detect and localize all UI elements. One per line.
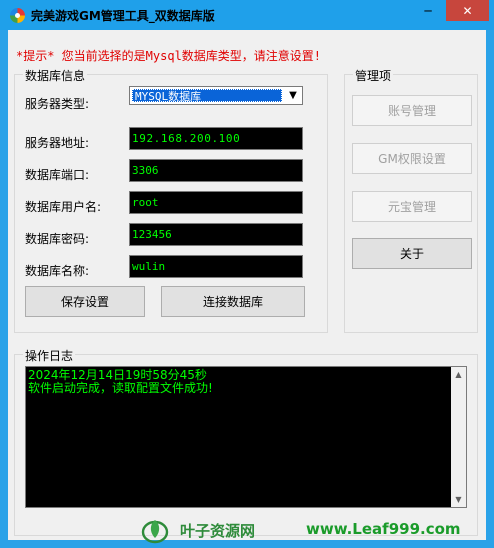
server-address-field[interactable]: 192.168.200.100 [129, 127, 303, 150]
app-window: 完美游戏GM管理工具_双数据库版 ─ ✕ *提示* 您当前选择的是Mysql数据… [0, 0, 494, 548]
gm-permission-button[interactable]: GM权限设置 [352, 143, 472, 174]
manager-legend: 管理项 [353, 67, 394, 84]
log-textarea[interactable]: 2024年12月14日19时58分45秒 软件启动完成，读取配置文件成功! ▲ … [25, 366, 467, 508]
hint-text: *提示* 您当前选择的是Mysql数据库类型，请注意设置! [16, 49, 322, 63]
save-settings-button[interactable]: 保存设置 [25, 286, 145, 317]
scroll-up-icon[interactable]: ▲ [451, 367, 466, 382]
window-title: 完美游戏GM管理工具_双数据库版 [31, 9, 215, 23]
server-type-select[interactable]: MYSQL数据库 ▼ [129, 86, 303, 105]
database-name-field[interactable]: wulin [129, 255, 303, 278]
server-type-value: MYSQL数据库 [132, 89, 282, 103]
yuanbao-manage-button[interactable]: 元宝管理 [352, 191, 472, 222]
manager-group: 管理项 账号管理 GM权限设置 元宝管理 关于 [344, 67, 478, 333]
database-name-label: 数据库名称: [25, 264, 90, 278]
server-address-label: 服务器地址: [25, 136, 90, 150]
username-label: 数据库用户名: [25, 200, 102, 214]
about-button[interactable]: 关于 [352, 238, 472, 269]
database-info-group: 数据库信息 服务器类型: MYSQL数据库 ▼ 服务器地址: 192.168.2… [14, 67, 328, 333]
port-field[interactable]: 3306 [129, 159, 303, 182]
minimize-button[interactable]: ─ [414, 0, 442, 21]
operation-log-legend: 操作日志 [23, 347, 76, 364]
close-button[interactable]: ✕ [446, 0, 489, 21]
app-logo-icon [10, 8, 25, 23]
port-label: 数据库端口: [25, 168, 90, 182]
server-type-label: 服务器类型: [25, 97, 90, 111]
chevron-down-icon[interactable]: ▼ [285, 88, 301, 103]
account-manage-button[interactable]: 账号管理 [352, 95, 472, 126]
database-info-legend: 数据库信息 [23, 67, 88, 84]
title-bar[interactable]: 完美游戏GM管理工具_双数据库版 ─ ✕ [0, 0, 494, 30]
log-text: 2024年12月14日19时58分45秒 软件启动完成，读取配置文件成功! [28, 368, 213, 395]
password-field[interactable]: 123456 [129, 223, 303, 246]
scroll-down-icon[interactable]: ▼ [451, 492, 466, 507]
connect-database-button[interactable]: 连接数据库 [161, 286, 305, 317]
log-scrollbar[interactable]: ▲ ▼ [451, 367, 466, 507]
client-area: *提示* 您当前选择的是Mysql数据库类型，请注意设置! 数据库信息 服务器类… [8, 30, 486, 540]
password-label: 数据库密码: [25, 232, 90, 246]
operation-log-group: 操作日志 2024年12月14日19时58分45秒 软件启动完成，读取配置文件成… [14, 347, 478, 536]
username-field[interactable]: root [129, 191, 303, 214]
